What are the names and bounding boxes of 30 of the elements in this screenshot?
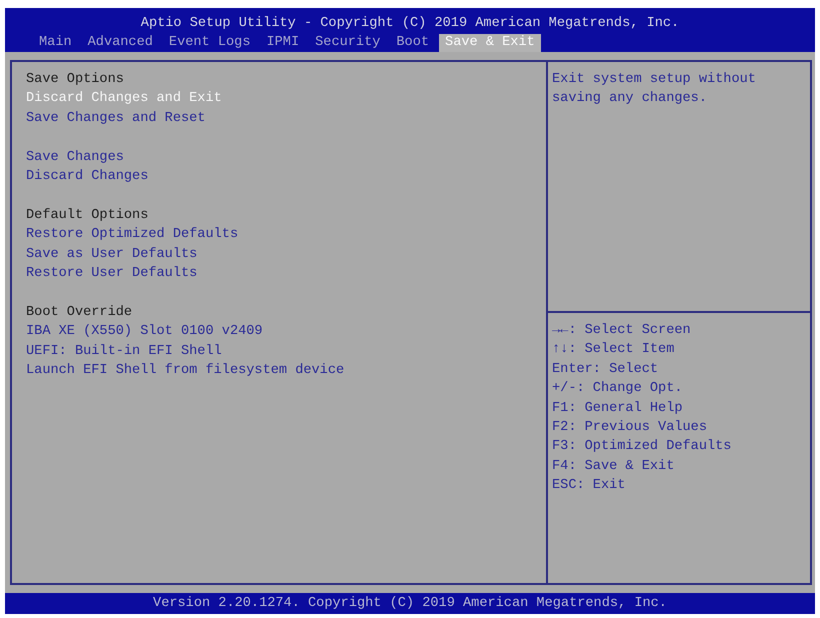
key-hint: F1: General Help <box>552 400 683 418</box>
menu-item[interactable]: Discard Changes <box>26 167 148 186</box>
menu-tab[interactable]: Event Logs <box>162 34 256 52</box>
key-hint: Enter: Select <box>552 360 658 379</box>
menu-tab[interactable]: Boot <box>390 34 436 52</box>
menu-tab[interactable]: Main <box>33 34 78 52</box>
window-title: Aptio Setup Utility - Copyright (C) 2019 American Megatrends, Inc. <box>140 15 680 33</box>
section-heading: Save Options <box>26 71 124 89</box>
key-hint: ↑↓: Select Item <box>552 341 674 360</box>
menu-item[interactable]: Save Changes <box>26 148 124 168</box>
menu-item[interactable]: Launch EFI Shell from filesystem device <box>26 361 344 380</box>
section-heading: Default Options <box>26 206 148 225</box>
help-text: Exit system setup without saving any changes. <box>552 71 757 108</box>
key-hint: →←: Select Screen <box>552 322 691 340</box>
key-hint: F2: Previous Values <box>552 419 707 438</box>
key-hint: F3: Optimized Defaults <box>552 438 732 456</box>
key-hint: +/-: Change Opt. <box>552 380 683 398</box>
key-hint: F4: Save & Exit <box>552 458 674 476</box>
menu-item[interactable]: Save as User Defaults <box>26 244 198 264</box>
key-hint: ESC: Exit <box>552 477 626 496</box>
menu-tab[interactable]: Advanced <box>82 34 159 52</box>
menu-item[interactable]: Save Changes and Reset <box>26 108 206 128</box>
menu-tab[interactable]: Security <box>309 34 386 52</box>
menu-item[interactable]: UEFI: Built-in EFI Shell <box>26 342 222 362</box>
menu-tab[interactable]: IPMI <box>260 34 306 52</box>
menu-item[interactable]: Restore User Defaults <box>26 264 198 284</box>
menu-item[interactable]: IBA XE (X550) Slot 0100 v2409 <box>26 322 263 342</box>
menu-item[interactable]: Restore Optimized Defaults <box>26 225 238 245</box>
section-heading: Boot Override <box>26 304 132 322</box>
copyright-text: Version 2.20.1274. Copyright (C) 2019 American Megatrends, Inc. <box>153 595 667 613</box>
